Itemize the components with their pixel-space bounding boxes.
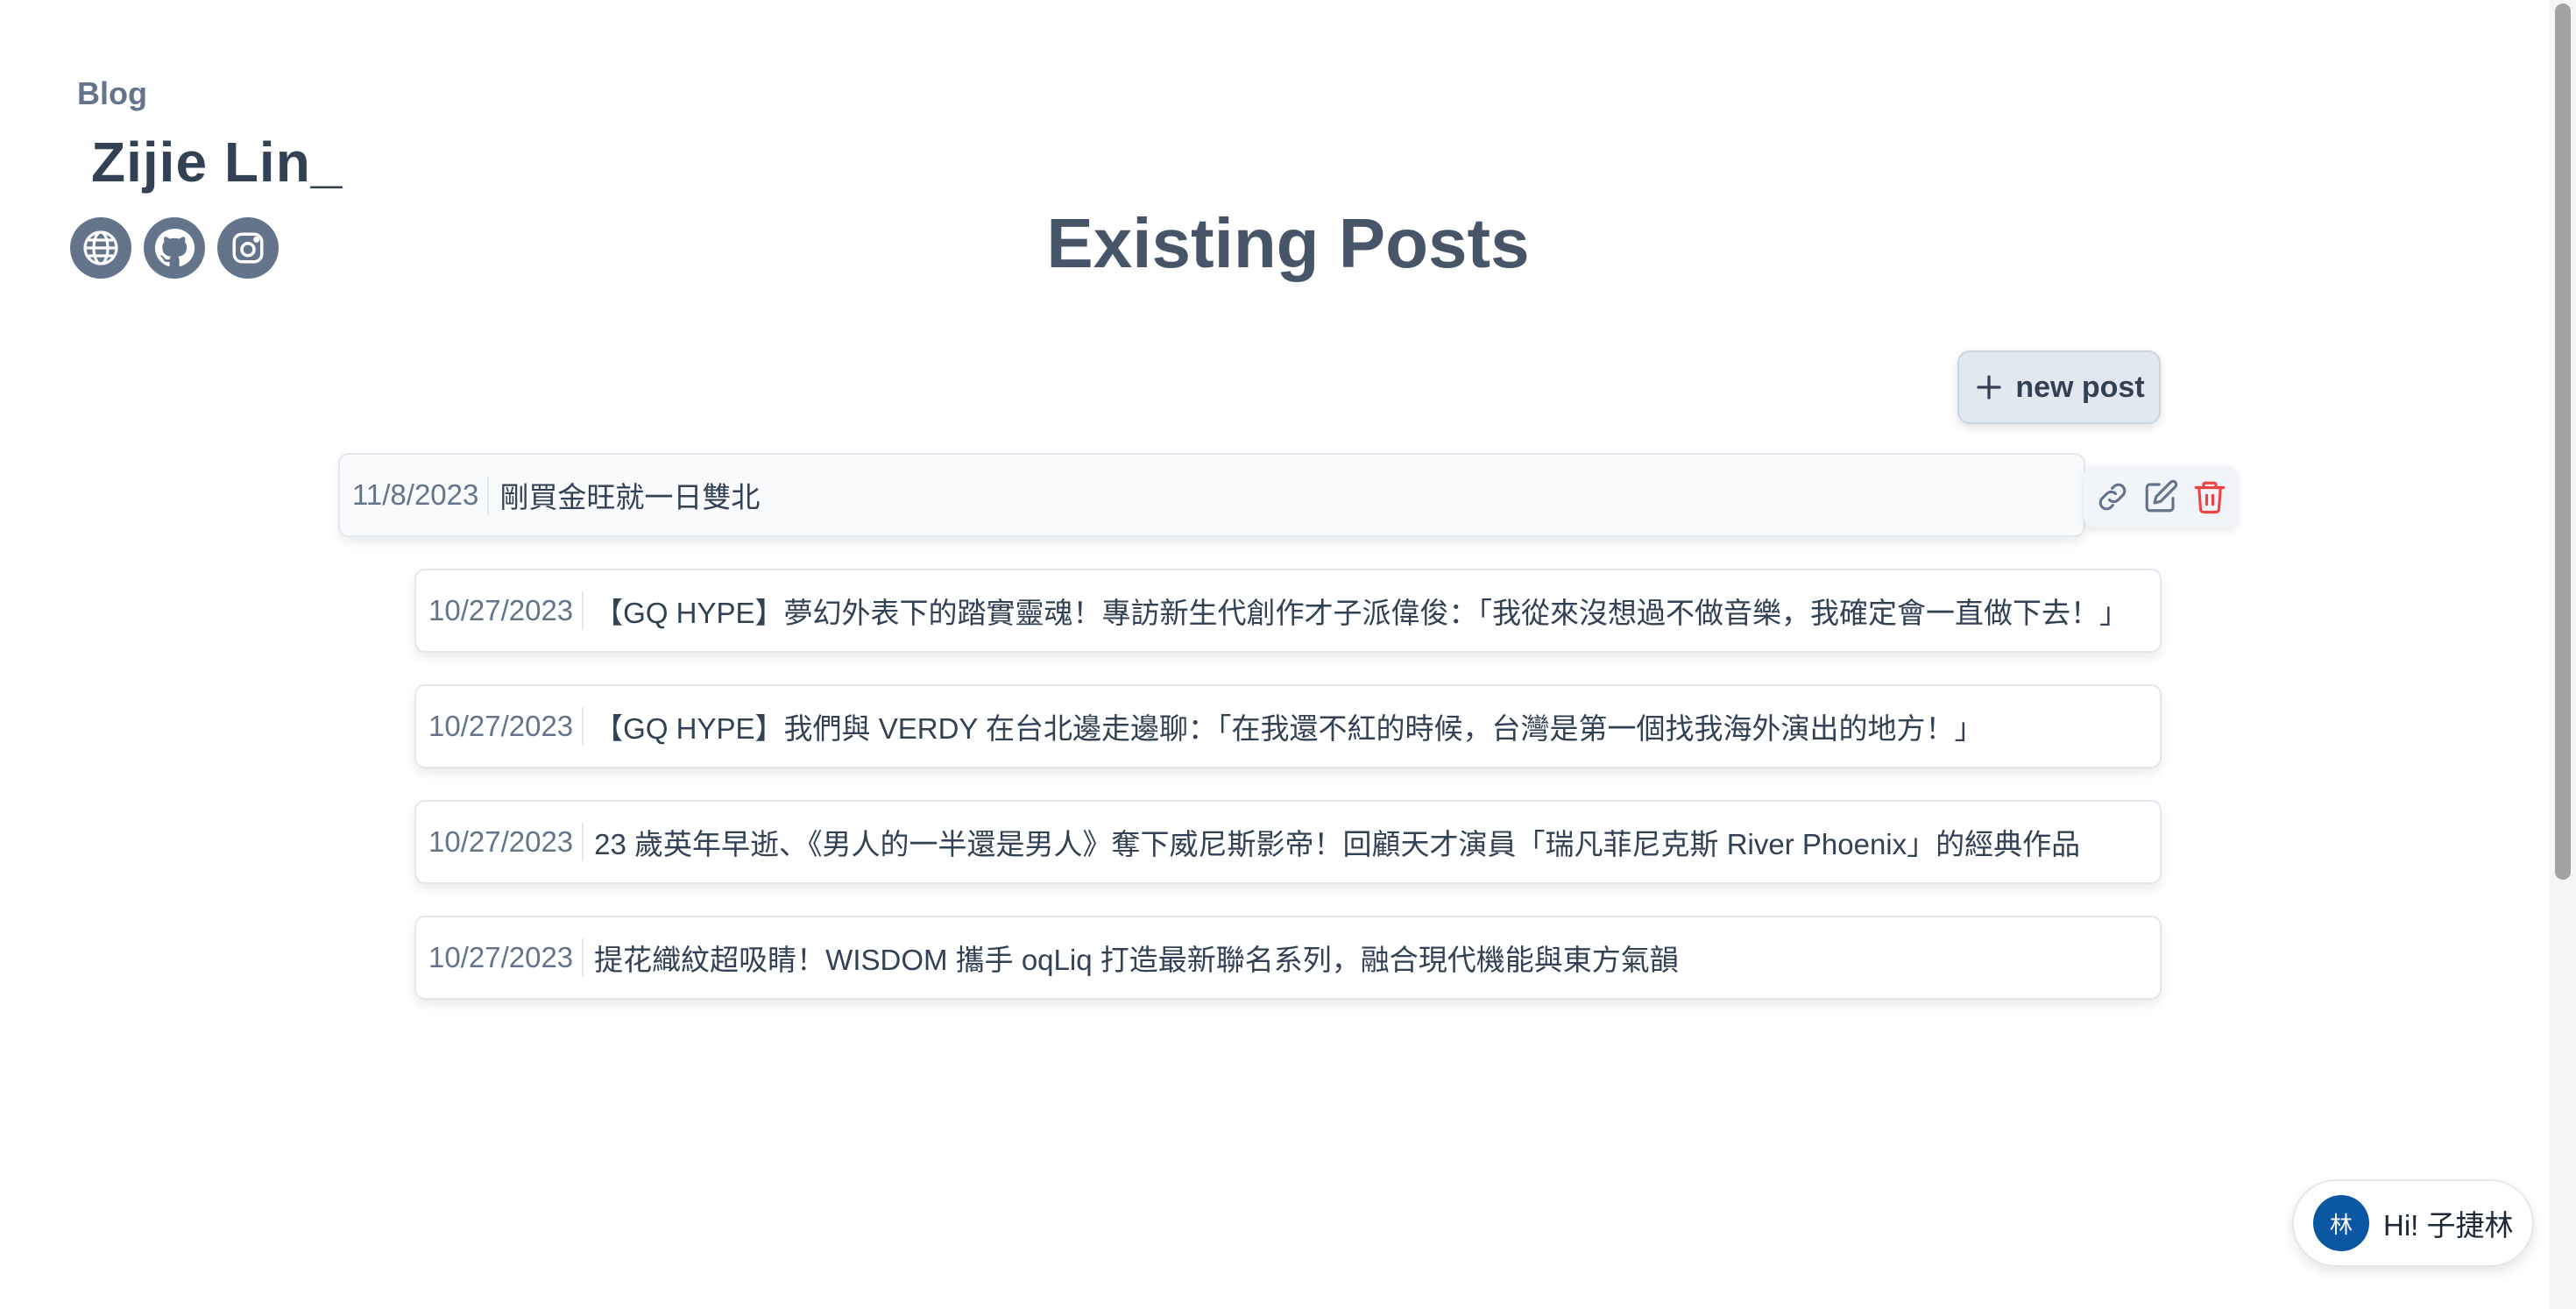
- delete-post-button[interactable]: [2190, 477, 2230, 517]
- scrollbar[interactable]: [2550, 0, 2576, 1309]
- scrollbar-thumb[interactable]: [2555, 4, 2571, 880]
- post-item[interactable]: 10/27/2023 23 歲英年早逝、《男人的一半還是男人》奪下威尼斯影帝！回…: [414, 800, 2162, 884]
- brand-name[interactable]: Zijie Lin_: [91, 130, 343, 195]
- user-greeting[interactable]: 林 Hi! 子捷林: [2292, 1179, 2534, 1267]
- post-item[interactable]: 10/27/2023 【GQ HYPE】我們與 VERDY 在台北邊走邊聊：「在…: [414, 684, 2162, 768]
- plus-icon: [1977, 375, 2001, 400]
- post-date: 10/27/2023: [428, 938, 584, 977]
- new-post-label: new post: [2015, 370, 2145, 404]
- copy-link-button[interactable]: [2092, 477, 2133, 517]
- post-title: 提花織紋超吸睛！WISDOM 攜手 oqLiq 打造最新聯名系列，融合現代機能與…: [594, 944, 1679, 976]
- page-title: Existing Posts: [1046, 204, 1530, 282]
- edit-icon: [2145, 479, 2178, 513]
- post-item[interactable]: 10/27/2023 提花織紋超吸睛！WISDOM 攜手 oqLiq 打造最新聯…: [414, 916, 2162, 1000]
- new-post-button[interactable]: new post: [1957, 350, 2161, 424]
- brand-label: Blog: [77, 75, 147, 111]
- post-title: 剛買金旺就一日雙北: [499, 481, 761, 513]
- avatar: 林: [2313, 1195, 2369, 1251]
- post-item[interactable]: 10/27/2023 【GQ HYPE】夢幻外表下的踏實靈魂！專訪新生代創作才子…: [414, 569, 2162, 653]
- edit-post-button[interactable]: [2141, 477, 2181, 517]
- link-icon: [2098, 483, 2126, 511]
- post-item[interactable]: 11/8/2023 剛買金旺就一日雙北: [338, 453, 2085, 537]
- post-date: 10/27/2023: [428, 591, 584, 630]
- post-actions: [2084, 466, 2238, 527]
- post-date: 10/27/2023: [428, 707, 584, 746]
- post-title: 【GQ HYPE】夢幻外表下的踏實靈魂！專訪新生代創作才子派偉俊：「我從來沒想過…: [594, 597, 2129, 629]
- post-title: 23 歲英年早逝、《男人的一半還是男人》奪下威尼斯影帝！回顧天才演員「瑞凡菲尼克…: [594, 828, 2081, 860]
- post-title: 【GQ HYPE】我們與 VERDY 在台北邊走邊聊：「在我還不紅的時候，台灣是…: [594, 712, 1984, 745]
- post-date: 11/8/2023: [352, 476, 490, 514]
- greeting-text: Hi! 子捷林: [2383, 1209, 2514, 1242]
- trash-icon: [2194, 481, 2225, 514]
- post-date: 10/27/2023: [428, 823, 584, 861]
